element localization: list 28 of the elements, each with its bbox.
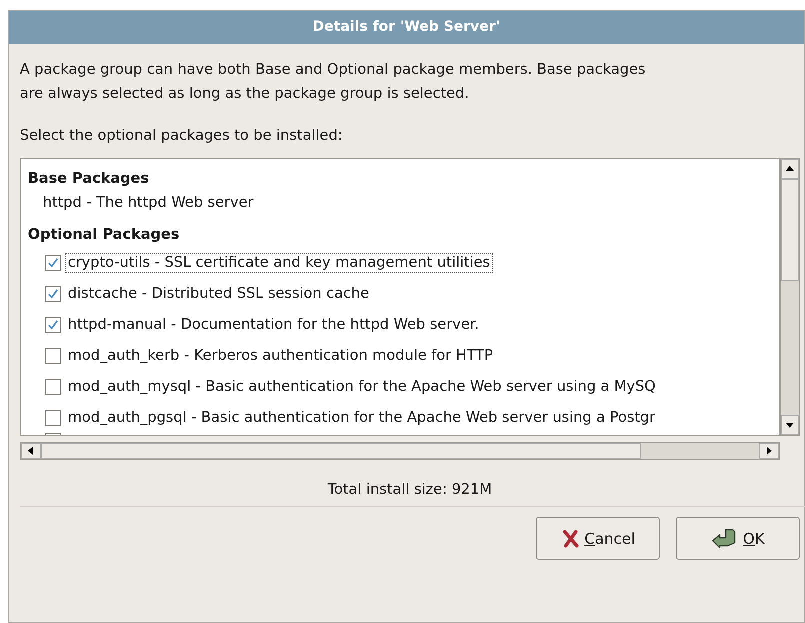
horizontal-scrollbar[interactable]	[20, 442, 780, 460]
package-option[interactable]: distcache - Distributed SSL session cache	[65, 284, 372, 304]
cancel-button[interactable]: Cancel	[536, 517, 660, 560]
section-heading: Optional Packages	[28, 226, 181, 245]
checkbox[interactable]	[45, 348, 61, 364]
right-arrow-icon[interactable]	[764, 446, 774, 456]
checkbox[interactable]	[45, 410, 61, 426]
cross-icon	[560, 528, 581, 548]
package-option[interactable]: crypto-utils - SSL certificate and key management utilities	[65, 252, 494, 272]
window-title: Details for 'Web Server'	[9, 11, 804, 44]
checkbox[interactable]	[45, 378, 61, 394]
package-option[interactable]: mod_auth_kerb - Kerberos authentication module for HTTP	[65, 346, 496, 366]
checkbox[interactable]	[45, 254, 61, 270]
ok-button[interactable]: OK	[676, 517, 800, 560]
package-name: httpd - The httpd Web server	[42, 194, 255, 213]
prompt-text: Select the optional packages to be installed:	[20, 127, 344, 146]
package-option[interactable]: mod_auth_pgsql - Basic authentication for the Apache Web server using a Postgr	[65, 408, 658, 428]
install-size-text: Total install size: 921M	[326, 482, 494, 498]
checkbox[interactable]	[45, 316, 61, 332]
left-arrow-icon[interactable]	[26, 446, 36, 456]
up-arrow-icon[interactable]	[785, 164, 795, 174]
checkbox[interactable]	[45, 286, 61, 302]
package-option[interactable]: httpd-manual - Documentation for the httpd Web server.	[65, 314, 482, 334]
down-arrow-icon[interactable]	[785, 420, 795, 430]
vertical-scrollbar[interactable]	[780, 158, 800, 436]
description-text: A package group can have both Base and Optional package members. Base packages are always selected as long as the package group is selected.	[20, 61, 647, 104]
package-option[interactable]: mod_auth_mysql - Basic authentication for the Apache Web server using a MySQ	[65, 376, 659, 396]
section-heading: Base Packages	[28, 170, 150, 189]
